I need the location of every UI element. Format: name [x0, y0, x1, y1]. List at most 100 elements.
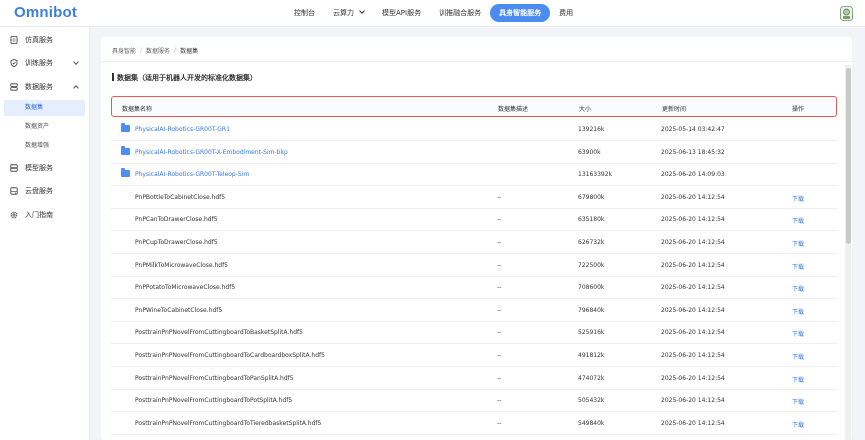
dataset-size: 525916k [578, 329, 605, 337]
dataset-size: 549840k [578, 419, 605, 427]
download-button[interactable]: 下载 [792, 307, 804, 316]
dataset-size: 722500k [578, 261, 605, 269]
dataset-description: -- [497, 306, 502, 314]
dataset-name: PosttrainPnPNovelFromCuttingboardToPotSp… [135, 397, 293, 405]
dataset-updated: 2025-06-20 14:12:54 [661, 306, 725, 314]
folder-icon [121, 168, 130, 178]
dataset-name: PnPCanToDrawerClose.hdf5 [135, 216, 218, 224]
sidebar-item-training[interactable]: 训练服务 [0, 55, 90, 71]
breadcrumb-item[interactable]: 具身智能 [112, 46, 136, 55]
nav-model-api[interactable]: 模型API服务 [373, 4, 430, 22]
column-header-updated: 更新时间 [662, 106, 687, 113]
table-row[interactable]: PosttrainPnPNovelFromCuttingboardToCardb… [111, 345, 837, 367]
dataset-updated: 2025-06-20 14:12:54 [661, 239, 725, 246]
dataset-updated: 2025-06-20 14:12:54 [661, 374, 725, 382]
table-row[interactable]: PnPBottleToCabinetClose.hdf5 -- 679800k 202… [111, 187, 837, 209]
sidebar-item-cloud-disk[interactable]: 云盘服务 [0, 183, 90, 199]
sidebar-subitem-datasets[interactable]: 数据集 [4, 100, 85, 116]
sidebar-item-getting-started[interactable]: 入门指南 [0, 207, 90, 223]
dataset-description: -- [497, 374, 502, 382]
dataset-name-link[interactable]: PhysicalAI-Robotics-GR00T-GR1 [135, 126, 230, 133]
download-button[interactable]: 下载 [792, 420, 804, 429]
breadcrumb-item[interactable]: 数据服务 [146, 46, 170, 55]
sidebar-item-data[interactable]: 数据服务 [0, 79, 90, 95]
dataset-name: PosttrainPnPNovelFromCuttingboardToBaske… [135, 329, 303, 337]
download-button[interactable]: 下载 [792, 329, 804, 338]
dataset-size: 505432k [578, 397, 605, 405]
breadcrumb: 具身智能 / 数据服务 / 数据集 [112, 46, 198, 55]
table-row[interactable]: PosttrainPnPNovelFromCuttingboardToTiere… [111, 413, 837, 435]
scrollbar-thumb[interactable] [846, 68, 851, 244]
sidebar-item-model[interactable]: 模型服务 [0, 160, 90, 176]
dataset-name: PnPCupToDrawerClose.hdf5 [135, 239, 218, 246]
dataset-description: -- [497, 352, 502, 359]
table-row[interactable]: PosttrainPnPNovelFromCuttingboardToPotSp… [111, 390, 837, 413]
table-row[interactable]: PnPMilkToMicrowaveClose.hdf5 -- 722500k 202… [111, 255, 837, 277]
title-accent-bar [112, 73, 114, 81]
table-row[interactable]: PhysicalAI-Robotics-GR00T-Teleop-Sim 1316… [111, 164, 837, 187]
dataset-updated: 2025-06-20 14:12:54 [661, 216, 725, 224]
download-button[interactable]: 下载 [792, 239, 804, 248]
sidebar-subitem-data-augmentation[interactable]: 数据增强 [0, 138, 90, 154]
table-row[interactable]: PnPCanToDrawerClose.hdf5 -- 635180k 2025-06… [111, 209, 837, 232]
table-row[interactable]: PosttrainPnPNovelFromCuttingboardToPanSp… [111, 368, 837, 390]
download-button[interactable]: 下载 [792, 284, 804, 293]
dataset-updated: 2025-06-20 14:12:54 [661, 352, 725, 359]
dataset-size: 139216k [578, 126, 605, 133]
dataset-name: PnPWineToCabinetClose.hdf5 [135, 306, 223, 314]
top-navbar: Omnibot 控制台 云算力 模型API服务 训推融合服务 具身智能服务 费用 [0, 0, 865, 27]
dataset-size: 13163392k [578, 171, 613, 179]
dataset-name: PnPBottleToCabinetClose.hdf5 [135, 193, 226, 201]
dataset-size: 679800k [578, 193, 605, 201]
table-row[interactable]: PhysicalAI-Robotics-GR00T-X-Embodiment-S… [111, 142, 837, 164]
folder-icon [121, 145, 130, 155]
dataset-size: 63900k [578, 148, 601, 156]
gear-icon [10, 211, 18, 219]
dataset-description: -- [497, 419, 502, 427]
download-button[interactable]: 下载 [792, 375, 804, 384]
dataset-updated: 2025-06-20 14:12:54 [661, 261, 725, 269]
dataset-size: 708600k [578, 284, 605, 292]
nav-cloud-compute[interactable]: 云算力 [324, 4, 373, 22]
dataset-updated: 2025-06-20 14:12:54 [661, 329, 725, 337]
database-icon [10, 83, 18, 91]
table-row[interactable]: PhysicalAI-Robotics-GR00T-GR1 139216k 2025… [111, 119, 837, 141]
dataset-description: -- [497, 193, 502, 201]
sidebar-item-simulation[interactable]: 仿真服务 [0, 32, 90, 48]
sidebar-subitem-data-assets[interactable]: 数据资产 [0, 119, 90, 135]
nav-console[interactable]: 控制台 [285, 4, 324, 22]
chevron-down-icon [359, 8, 365, 14]
dataset-updated: 2025-06-13 18:45:32 [661, 148, 725, 156]
breadcrumb-current: 数据集 [180, 48, 199, 55]
download-button[interactable]: 下载 [792, 262, 804, 271]
download-button[interactable]: 下载 [792, 397, 804, 406]
dataset-name-link[interactable]: PhysicalAI-Robotics-GR00T-Teleop-Sim [135, 171, 249, 178]
nav-billing[interactable]: 费用 [550, 4, 582, 22]
dataset-name: PnPMilkToMicrowaveClose.hdf5 [135, 261, 229, 269]
nav-embodied-ai[interactable]: 具身智能服务 [490, 4, 551, 22]
disk-icon [10, 187, 18, 195]
dataset-description: -- [497, 261, 502, 269]
nav-training-inference[interactable]: 训推融合服务 [430, 4, 490, 22]
dataset-name: PosttrainPnPNovelFromCuttingboardToCardb… [135, 352, 325, 359]
dataset-updated: 2025-05-14 03:42:47 [661, 126, 725, 133]
dataset-updated: 2025-06-20 14:12:54 [661, 419, 725, 427]
omnibot-logo[interactable]: Omnibot [14, 4, 77, 21]
table-row[interactable]: PnPCupToDrawerClose.hdf5 -- 626732k 2025-06… [111, 232, 837, 254]
avatar[interactable] [840, 6, 853, 21]
dataset-name-link[interactable]: PhysicalAI-Robotics-GR00T-X-Embodiment-S… [135, 149, 288, 156]
page-title: 数据集（适用于机器人开发的标准化数据集） [112, 73, 257, 83]
download-button[interactable]: 下载 [792, 352, 804, 361]
table-row[interactable]: PosttrainPnPNovelFromCuttingboardToBaske… [111, 322, 837, 345]
download-button[interactable]: 下载 [792, 194, 804, 203]
table-header: 数据集名称 数据集描述 大小 更新时间 操作 [111, 96, 837, 117]
dataset-updated: 2025-06-20 14:09:03 [661, 171, 725, 179]
table-body: PhysicalAI-Robotics-GR00T-GR1 139216k 2025… [111, 119, 837, 440]
download-button[interactable]: 下载 [792, 216, 804, 225]
table-row[interactable]: PnPWineToCabinetClose.hdf5 -- 796840k 2025-… [111, 300, 837, 322]
table-row[interactable]: PnPPotatoToMicrowaveClose.hdf5 -- 708600k 2… [111, 277, 837, 300]
dataset-name: PnPPotatoToMicrowaveClose.hdf5 [135, 284, 236, 292]
server-icon [10, 164, 18, 172]
column-header-description: 数据集描述 [498, 106, 529, 113]
dataset-name: PosttrainPnPNovelFromCuttingboardToTiere… [135, 419, 322, 427]
